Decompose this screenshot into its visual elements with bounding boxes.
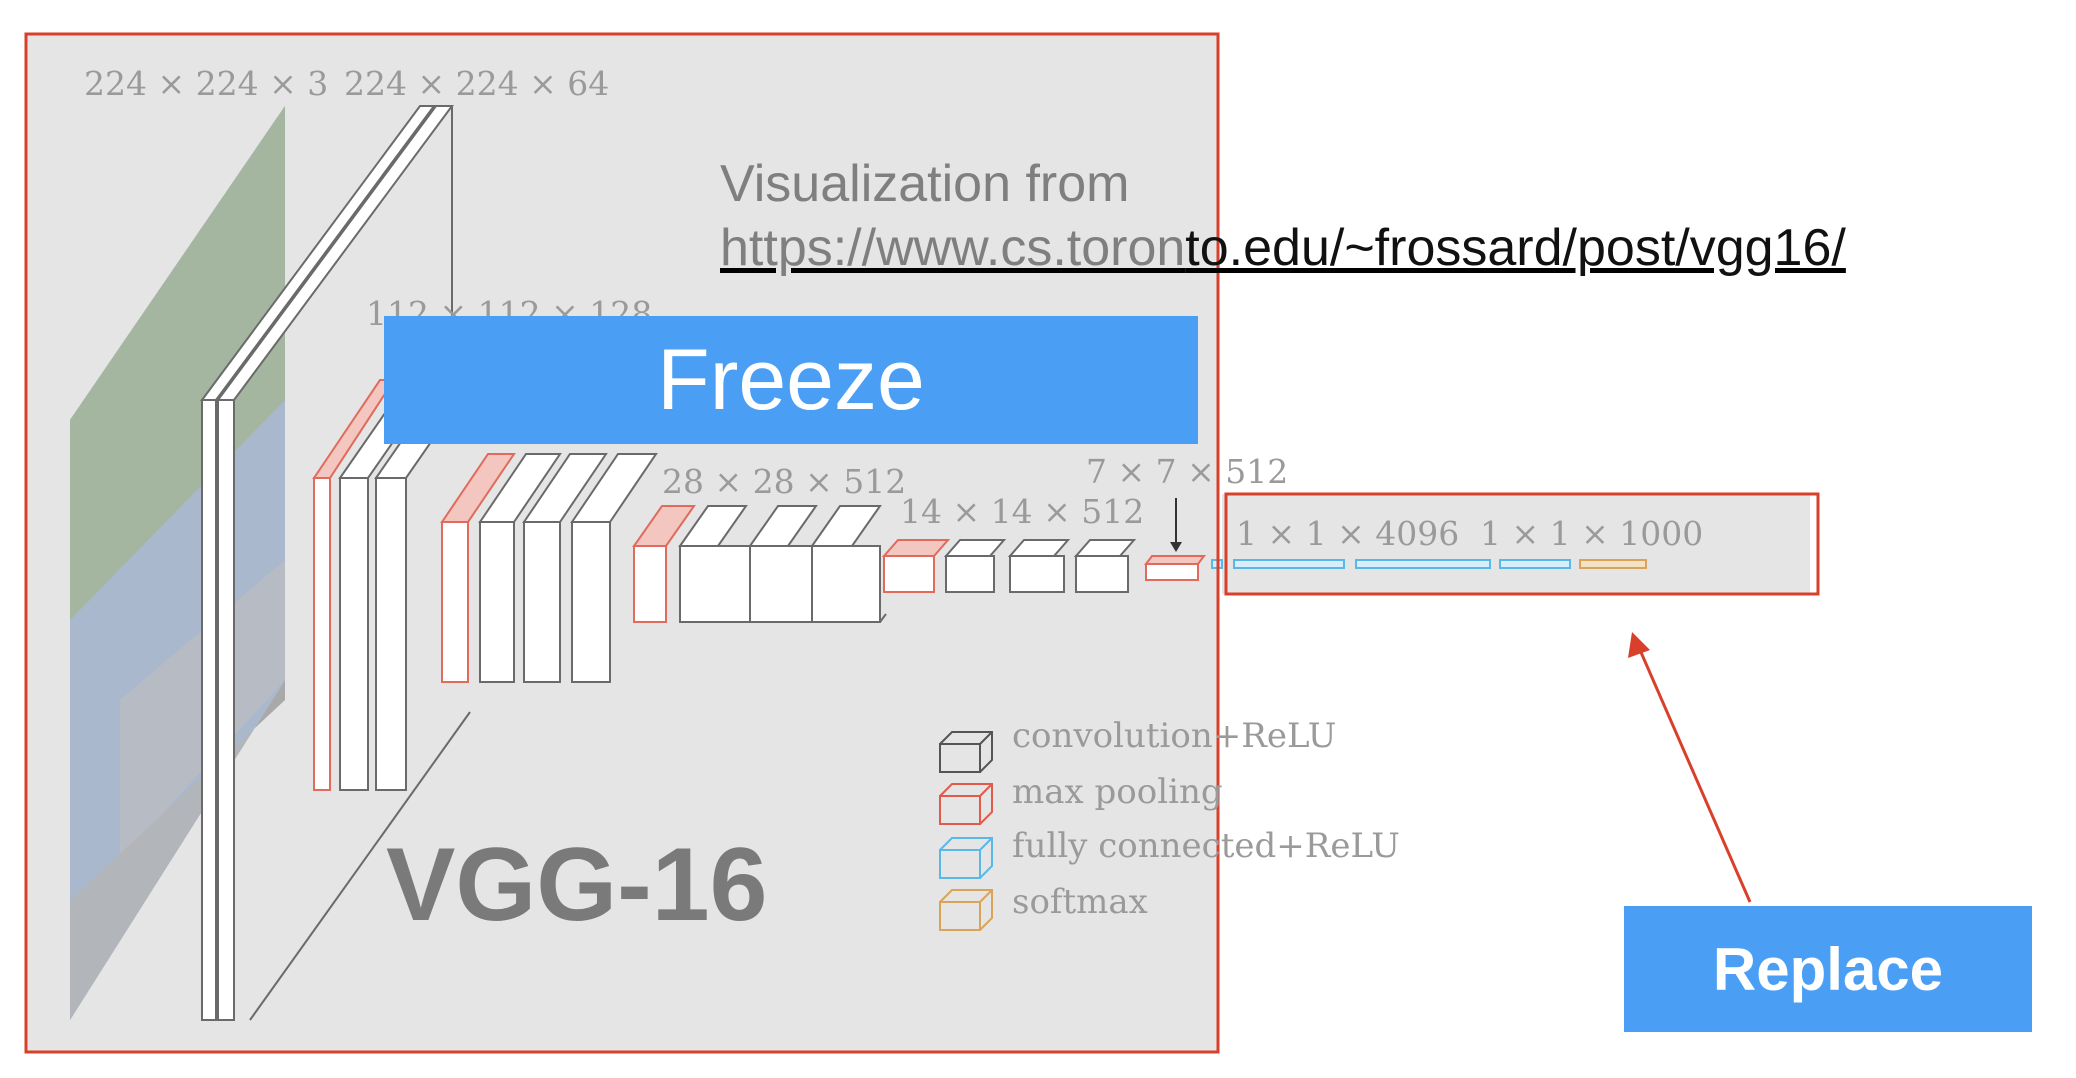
credit-link-part1[interactable]: https://www.cs.toron: [720, 219, 1185, 277]
legend-label-softmax: softmax: [1012, 882, 1148, 922]
credit-link-part2[interactable]: to.edu/~frossard/post/vgg16/: [1185, 219, 1846, 277]
conv5-dims-label: 14 × 14 × 512: [900, 492, 1145, 531]
legend-label-conv: convolution+ReLU: [1012, 716, 1337, 756]
legend-label-fc: fully connected+ReLU: [1012, 826, 1400, 866]
fc-dims-label: 1 × 1 × 4096: [1236, 514, 1460, 553]
model-name-label: VGG-16: [386, 827, 768, 943]
legend-label-pool: max pooling: [1012, 772, 1223, 812]
credit-text: Visualization from: [720, 155, 1130, 213]
replace-label: Replace: [1624, 906, 2032, 1032]
freeze-label: Freeze: [384, 316, 1198, 444]
softmax-dims-label: 1 × 1 × 1000: [1480, 514, 1704, 553]
pool5-dims-label: 7 × 7 × 512: [1086, 452, 1289, 491]
replace-arrow: [1628, 632, 1752, 903]
credit-link[interactable]: https://www.cs.toronto.edu/~frossard/pos…: [720, 216, 1846, 280]
visualization-credit: Visualization from https://www.cs.toront…: [720, 152, 1846, 280]
input-dims-label: 224 × 224 × 3: [84, 64, 329, 103]
conv1-dims-label: 224 × 224 × 64: [344, 64, 610, 103]
conv4-dims-label: 28 × 28 × 512: [662, 462, 907, 501]
fc-layers: [1211, 559, 1647, 569]
